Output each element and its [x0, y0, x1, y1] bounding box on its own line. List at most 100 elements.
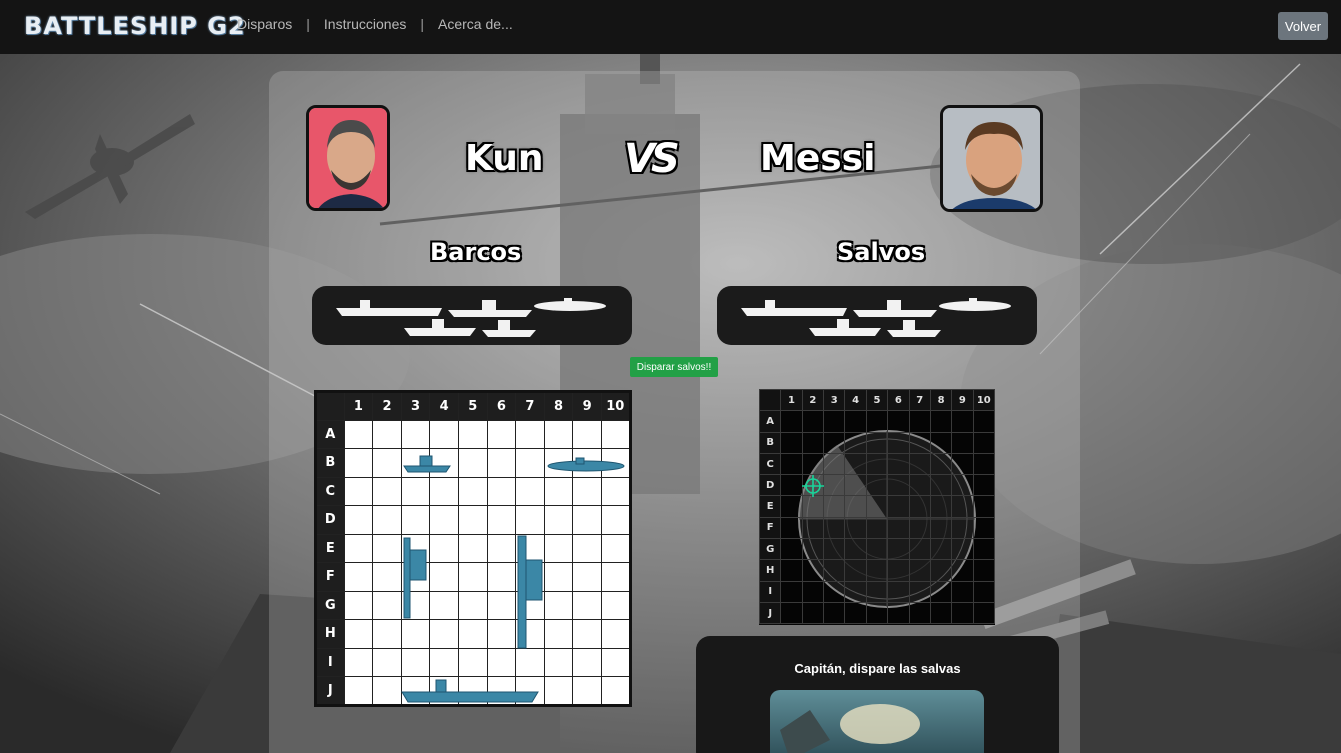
radar-cell[interactable]: [972, 559, 996, 582]
radar-cell[interactable]: [929, 474, 953, 497]
radar-cell[interactable]: [887, 580, 910, 603]
ships-board-cell[interactable]: [400, 562, 431, 592]
radar-cell[interactable]: [801, 495, 825, 518]
radar-cell[interactable]: [951, 516, 974, 540]
radar-cell[interactable]: [801, 601, 825, 625]
radar-cell[interactable]: [972, 538, 996, 561]
radar-cell[interactable]: [823, 431, 846, 454]
ships-board-cell[interactable]: [600, 562, 631, 592]
ships-board-cell[interactable]: [429, 419, 459, 449]
radar-cell[interactable]: [908, 516, 931, 540]
radar-cell[interactable]: [780, 580, 803, 603]
radar-cell[interactable]: [908, 431, 931, 454]
ships-board-cell[interactable]: [543, 533, 574, 563]
ships-board-cell[interactable]: [372, 448, 402, 478]
nav-link-acerca[interactable]: Acerca de...: [438, 16, 513, 32]
radar-cell[interactable]: [865, 559, 889, 582]
nav-link-disparos[interactable]: Disparos: [237, 16, 292, 32]
ships-board-cell[interactable]: [600, 676, 631, 706]
radar-cell[interactable]: [908, 601, 931, 625]
ships-board-cell[interactable]: [343, 476, 374, 506]
ships-board-cell[interactable]: [343, 562, 374, 592]
ships-board-cell[interactable]: [543, 562, 574, 592]
radar-cell[interactable]: [865, 452, 889, 476]
ships-board-cell[interactable]: [372, 676, 402, 706]
ships-board-cell[interactable]: [343, 533, 374, 563]
radar-cell[interactable]: [951, 580, 974, 603]
radar-cell[interactable]: [865, 516, 889, 540]
radar-cell[interactable]: [887, 559, 910, 582]
radar-cell[interactable]: [929, 601, 953, 625]
radar-cell[interactable]: [908, 495, 931, 518]
radar-cell[interactable]: [823, 538, 846, 561]
radar-cell[interactable]: [929, 516, 953, 540]
ships-board-cell[interactable]: [515, 562, 545, 592]
ships-board-cell[interactable]: [486, 647, 517, 677]
ships-board-cell[interactable]: [457, 676, 488, 706]
radar-cell[interactable]: [801, 410, 825, 433]
ships-board-cell[interactable]: [486, 533, 517, 563]
radar-cell[interactable]: [780, 410, 803, 433]
ships-board-cell[interactable]: [400, 476, 431, 506]
nav-link-instrucciones[interactable]: Instrucciones: [324, 16, 406, 32]
radar-cell[interactable]: [865, 580, 889, 603]
ships-board-cell[interactable]: [515, 676, 545, 706]
ships-board-cell[interactable]: [543, 590, 574, 620]
radar-cell[interactable]: [844, 431, 867, 454]
radar-cell[interactable]: [780, 601, 803, 625]
ships-board-cell[interactable]: [372, 419, 402, 449]
ships-board-cell[interactable]: [457, 562, 488, 592]
ships-board-cell[interactable]: [400, 619, 431, 649]
ships-board-cell[interactable]: [600, 590, 631, 620]
ships-board-cell[interactable]: [372, 505, 402, 535]
ships-board-cell[interactable]: [429, 676, 459, 706]
radar-cell[interactable]: [929, 410, 953, 433]
ships-board-cell[interactable]: [543, 619, 574, 649]
radar-cell[interactable]: [780, 495, 803, 518]
ships-board-cell[interactable]: [400, 533, 431, 563]
radar-cell[interactable]: [972, 516, 996, 540]
radar-cell[interactable]: [951, 474, 974, 497]
radar-cell[interactable]: [844, 538, 867, 561]
radar-cell[interactable]: [951, 559, 974, 582]
radar-cell[interactable]: [801, 580, 825, 603]
ships-board-cell[interactable]: [429, 562, 459, 592]
radar-cell[interactable]: [972, 474, 996, 497]
ships-board-cell[interactable]: [457, 533, 488, 563]
radar-cell[interactable]: [929, 431, 953, 454]
radar-cell[interactable]: [887, 601, 910, 625]
ships-board-cell[interactable]: [400, 448, 431, 478]
radar-cell[interactable]: [972, 452, 996, 476]
ships-board-cell[interactable]: [457, 476, 488, 506]
radar-cell[interactable]: [865, 495, 889, 518]
radar-cell[interactable]: [801, 431, 825, 454]
radar-cell[interactable]: [972, 431, 996, 454]
ships-board-cell[interactable]: [372, 647, 402, 677]
radar-cell[interactable]: [929, 559, 953, 582]
radar-cell[interactable]: [929, 538, 953, 561]
ships-board-cell[interactable]: [572, 619, 602, 649]
ships-board-cell[interactable]: [429, 448, 459, 478]
radar-cell[interactable]: [823, 474, 846, 497]
radar-cell[interactable]: [887, 516, 910, 540]
ships-board-cell[interactable]: [572, 419, 602, 449]
ships-board-cell[interactable]: [572, 676, 602, 706]
radar-cell[interactable]: [972, 495, 996, 518]
radar-cell[interactable]: [844, 410, 867, 433]
radar-cell[interactable]: [929, 495, 953, 518]
radar-cell[interactable]: [908, 538, 931, 561]
radar-cell[interactable]: [801, 474, 825, 497]
ships-board-cell[interactable]: [515, 505, 545, 535]
ships-board-cell[interactable]: [457, 505, 488, 535]
ships-board-cell[interactable]: [343, 419, 374, 449]
radar-cell[interactable]: [865, 431, 889, 454]
ships-board-cell[interactable]: [572, 476, 602, 506]
radar-cell[interactable]: [929, 580, 953, 603]
ships-board-cell[interactable]: [572, 562, 602, 592]
ships-board-cell[interactable]: [515, 533, 545, 563]
ships-board-cell[interactable]: [486, 590, 517, 620]
ships-board-cell[interactable]: [515, 476, 545, 506]
radar-cell[interactable]: [844, 495, 867, 518]
ships-board-cell[interactable]: [572, 505, 602, 535]
radar-cell[interactable]: [908, 410, 931, 433]
